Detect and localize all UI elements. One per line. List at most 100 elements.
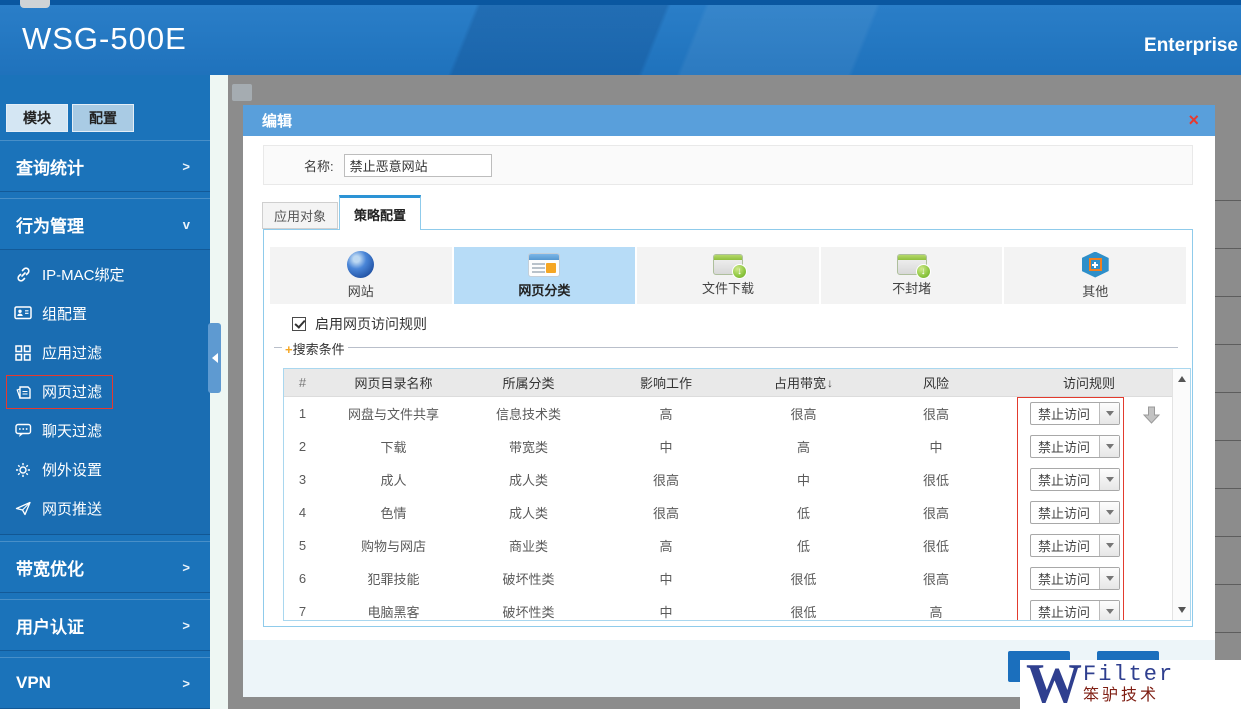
rule-select[interactable]: 禁止访问 <box>1030 501 1120 524</box>
col-name[interactable]: 网页目录名称 <box>321 369 466 396</box>
cell-bandwidth: 高 <box>741 430 866 463</box>
enable-rule-label: 启用网页访问规则 <box>315 314 427 334</box>
table-row: 7 电脑黑客 破坏性类 中 很低 高 禁止访问 <box>284 595 1172 620</box>
rule-select[interactable]: 禁止访问 <box>1030 402 1120 425</box>
sidebar-item-label: 带宽优化 <box>16 555 84 580</box>
page-icon <box>13 384 33 400</box>
sidebar-item-label: 行为管理 <box>16 212 84 237</box>
sidebar-item-exception-settings[interactable]: 例外设置 <box>0 450 210 489</box>
cell-bandwidth: 低 <box>741 496 866 529</box>
sidebar-item-label: 聊天过滤 <box>42 420 102 441</box>
search-condition-label[interactable]: +搜索条件 <box>282 339 348 358</box>
col-index[interactable]: # <box>284 369 321 396</box>
tab-label: 网页分类 <box>518 280 570 299</box>
chevron-down-icon[interactable] <box>1099 535 1119 556</box>
sidebar-nav: 查询统计 > 行为管理 v IP-MAC绑定 组配置 应用过滤 <box>0 140 210 709</box>
rule-select[interactable]: 禁止访问 <box>1030 600 1120 620</box>
chevron-down-icon[interactable] <box>1099 436 1119 457</box>
id-card-icon <box>13 306 33 321</box>
rule-select[interactable]: 禁止访问 <box>1030 534 1120 557</box>
chevron-right-icon: > <box>182 618 190 633</box>
cell-bandwidth: 很高 <box>741 397 866 430</box>
sidebar-item-group-config[interactable]: 组配置 <box>0 294 210 333</box>
sidebar-item-query-stats[interactable]: 查询统计 > <box>0 140 210 192</box>
sidebar-item-ip-mac[interactable]: IP-MAC绑定 <box>0 255 210 294</box>
category-tab-strip: 网站 网页分类 ↓ 文件下载 ↓ 不封堵 其他 <box>270 247 1186 304</box>
chat-icon <box>13 423 33 438</box>
sidebar-item-label: IP-MAC绑定 <box>42 264 125 285</box>
table-header: # 网页目录名称 所属分类 影响工作 占用带宽↓ 风险 访问规则 <box>284 369 1172 397</box>
dialog-header: 编辑 × <box>243 105 1215 136</box>
chevron-down-icon[interactable] <box>1099 403 1119 424</box>
tab-other[interactable]: 其他 <box>1004 247 1186 304</box>
dialog-title: 编辑 <box>262 110 292 131</box>
sidebar: 模块 配置 查询统计 > 行为管理 v IP-MAC绑定 组配置 <box>0 75 210 709</box>
sidebar-item-vpn[interactable]: VPN > <box>0 657 210 709</box>
tab-apply-target[interactable]: 应用对象 <box>262 202 338 229</box>
sort-down-icon: ↓ <box>827 376 833 390</box>
chevron-down-icon[interactable] <box>1099 568 1119 589</box>
close-icon[interactable]: × <box>1188 110 1199 130</box>
col-impact[interactable]: 影响工作 <box>591 369 741 396</box>
sidebar-item-user-auth[interactable]: 用户认证 > <box>0 599 210 651</box>
table-row: 6 犯罪技能 破坏性类 中 很低 很高 禁止访问 <box>284 562 1172 595</box>
send-icon <box>13 501 33 516</box>
cell-index: 1 <box>284 397 321 430</box>
cell-risk: 很高 <box>866 496 1006 529</box>
chevron-right-icon: > <box>182 676 190 691</box>
enable-rule-checkbox[interactable] <box>292 317 306 331</box>
chevron-right-icon: > <box>182 560 190 575</box>
tab-website[interactable]: 网站 <box>270 247 452 304</box>
apply-all-arrow-icon[interactable] <box>1142 405 1161 430</box>
rule-select[interactable]: 禁止访问 <box>1030 435 1120 458</box>
col-bandwidth[interactable]: 占用带宽↓ <box>741 369 866 396</box>
tab-file-download[interactable]: ↓ 文件下载 <box>637 247 819 304</box>
tab-no-block[interactable]: ↓ 不封堵 <box>821 247 1003 304</box>
sidebar-item-label: 组配置 <box>42 303 87 324</box>
browser-notch <box>20 0 50 8</box>
col-category[interactable]: 所属分类 <box>466 369 591 396</box>
cell-impact: 很高 <box>591 463 741 496</box>
chevron-down-icon[interactable] <box>1099 502 1119 523</box>
tab-web-category[interactable]: 网页分类 <box>454 247 636 304</box>
background-page-icon <box>232 84 252 101</box>
sidebar-item-label: 网页过滤 <box>42 381 102 402</box>
hexagon-plus-icon <box>1082 252 1109 278</box>
cell-risk: 很高 <box>866 397 1006 430</box>
cell-index: 2 <box>284 430 321 463</box>
app-title: WSG-500E <box>22 21 187 57</box>
sidebar-collapse-handle[interactable] <box>208 323 221 393</box>
folder-download-icon: ↓ <box>713 254 743 275</box>
tab-policy-config[interactable]: 策略配置 <box>339 195 421 230</box>
watermark-brand: Filter <box>1083 664 1174 686</box>
cell-impact: 中 <box>591 430 741 463</box>
sidebar-item-chat-filter[interactable]: 聊天过滤 <box>0 411 210 450</box>
tab-modules[interactable]: 模块 <box>6 104 68 132</box>
rule-select[interactable]: 禁止访问 <box>1030 567 1120 590</box>
col-risk[interactable]: 风险 <box>866 369 1006 396</box>
sidebar-item-behavior-mgmt[interactable]: 行为管理 v <box>0 198 210 250</box>
scroll-down-icon[interactable] <box>1178 607 1186 613</box>
chevron-down-icon[interactable] <box>1099 469 1119 490</box>
folder-download-icon: ↓ <box>897 254 927 275</box>
behavior-submenu: IP-MAC绑定 组配置 应用过滤 网页过滤 聊天过滤 <box>0 250 210 535</box>
tab-label: 不封堵 <box>892 278 931 297</box>
sidebar-item-web-push[interactable]: 网页推送 <box>0 489 210 528</box>
chevron-down-icon[interactable] <box>1099 601 1119 620</box>
sidebar-item-bandwidth-opt[interactable]: 带宽优化 > <box>0 541 210 593</box>
col-rule[interactable]: 访问规则 <box>1006 369 1172 396</box>
chevron-right-icon: > <box>182 159 190 174</box>
scroll-up-icon[interactable] <box>1178 376 1186 382</box>
grid-icon <box>13 345 33 361</box>
cell-risk: 高 <box>866 595 1006 620</box>
rule-select[interactable]: 禁止访问 <box>1030 468 1120 491</box>
tab-config[interactable]: 配置 <box>72 104 134 132</box>
name-input[interactable] <box>344 154 492 177</box>
table-row: 5 购物与网店 商业类 高 低 很低 禁止访问 <box>284 529 1172 562</box>
table-row: 3 成人 成人类 很高 中 很低 禁止访问 <box>284 463 1172 496</box>
cell-category: 成人类 <box>466 496 591 529</box>
cell-bandwidth: 很低 <box>741 562 866 595</box>
sidebar-item-web-filter[interactable]: 网页过滤 <box>0 372 210 411</box>
table-scrollbar[interactable] <box>1172 369 1190 620</box>
sidebar-item-app-filter[interactable]: 应用过滤 <box>0 333 210 372</box>
